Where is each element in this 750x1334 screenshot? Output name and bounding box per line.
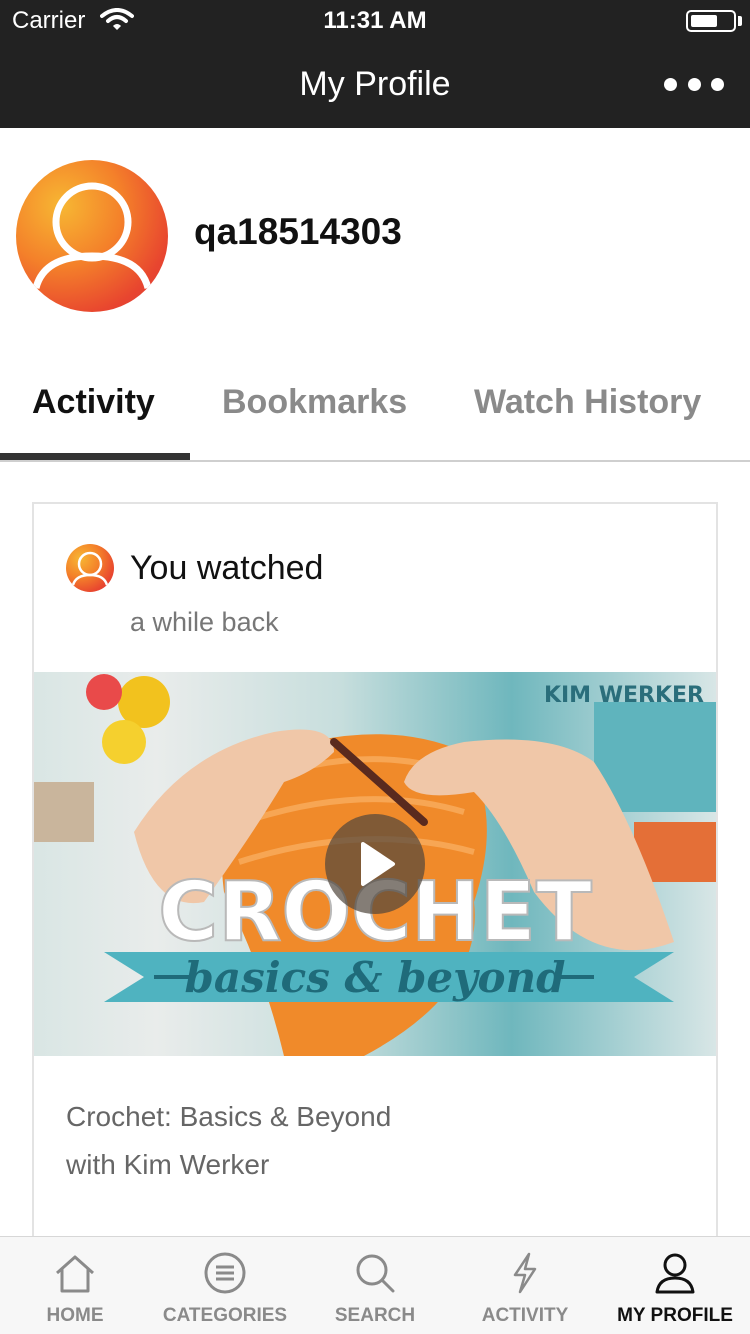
bottom-tab-bar: HOME CATEGORIES SEARCH ACTIVITY MY PROFI… (0, 1236, 750, 1334)
tabbar-label-my-profile: MY PROFILE (617, 1305, 733, 1326)
activity-avatar (66, 544, 114, 592)
play-icon (361, 842, 395, 886)
tabbar-item-activity[interactable]: ACTIVITY (450, 1237, 600, 1334)
tabs-divider (0, 460, 750, 462)
more-horizontal-icon (687, 77, 701, 91)
play-button[interactable] (325, 814, 425, 914)
status-time: 11:31 AM (323, 7, 427, 34)
tabbar-label-activity: ACTIVITY (481, 1305, 569, 1326)
categories-icon (204, 1252, 246, 1294)
profile-screen: Carrier 11:31 AM My Profile qa18514303 A… (0, 0, 750, 1334)
tab-bookmarks[interactable]: Bookmarks (222, 380, 407, 424)
tabbar-item-categories[interactable]: CATEGORIES (150, 1237, 300, 1334)
tabbar-label-search: SEARCH (334, 1305, 416, 1326)
username: qa18514303 (194, 211, 402, 252)
avatar[interactable] (16, 160, 168, 312)
active-tab-indicator (0, 453, 190, 460)
more-horizontal-icon (664, 77, 677, 91)
course-title[interactable]: Crochet: Basics & Beyond (66, 1098, 391, 1136)
video-brand: KIM WERKER (544, 683, 704, 708)
activity-time: a while back (130, 607, 279, 637)
navigation-bar: Carrier 11:31 AM My Profile (0, 0, 750, 128)
battery-icon (686, 10, 736, 32)
tabbar-label-home: HOME (46, 1305, 104, 1326)
tab-watch-history[interactable]: Watch History (474, 380, 701, 424)
more-options-button[interactable] (664, 68, 724, 100)
profile-icon (655, 1253, 695, 1294)
tabbar-item-search[interactable]: SEARCH (300, 1237, 450, 1334)
profile-tabs: Activity Bookmarks Watch History (0, 350, 750, 462)
home-icon (56, 1255, 94, 1293)
more-horizontal-icon (711, 77, 724, 91)
lightning-icon (513, 1252, 537, 1294)
search-icon (356, 1254, 395, 1293)
course-author: with Kim Werker (66, 1149, 270, 1180)
user-avatar-icon (71, 551, 109, 586)
battery-tip (738, 16, 742, 26)
tabbar-item-my-profile[interactable]: MY PROFILE (600, 1237, 750, 1334)
activity-headline: You watched (130, 549, 324, 587)
page-title: My Profile (299, 65, 451, 103)
user-avatar-icon (32, 182, 152, 290)
tabbar-item-home[interactable]: HOME (0, 1237, 150, 1334)
video-script-title: basics & beyond (185, 953, 566, 1002)
tab-activity[interactable]: Activity (32, 380, 155, 424)
tabbar-label-categories: CATEGORIES (162, 1305, 288, 1326)
